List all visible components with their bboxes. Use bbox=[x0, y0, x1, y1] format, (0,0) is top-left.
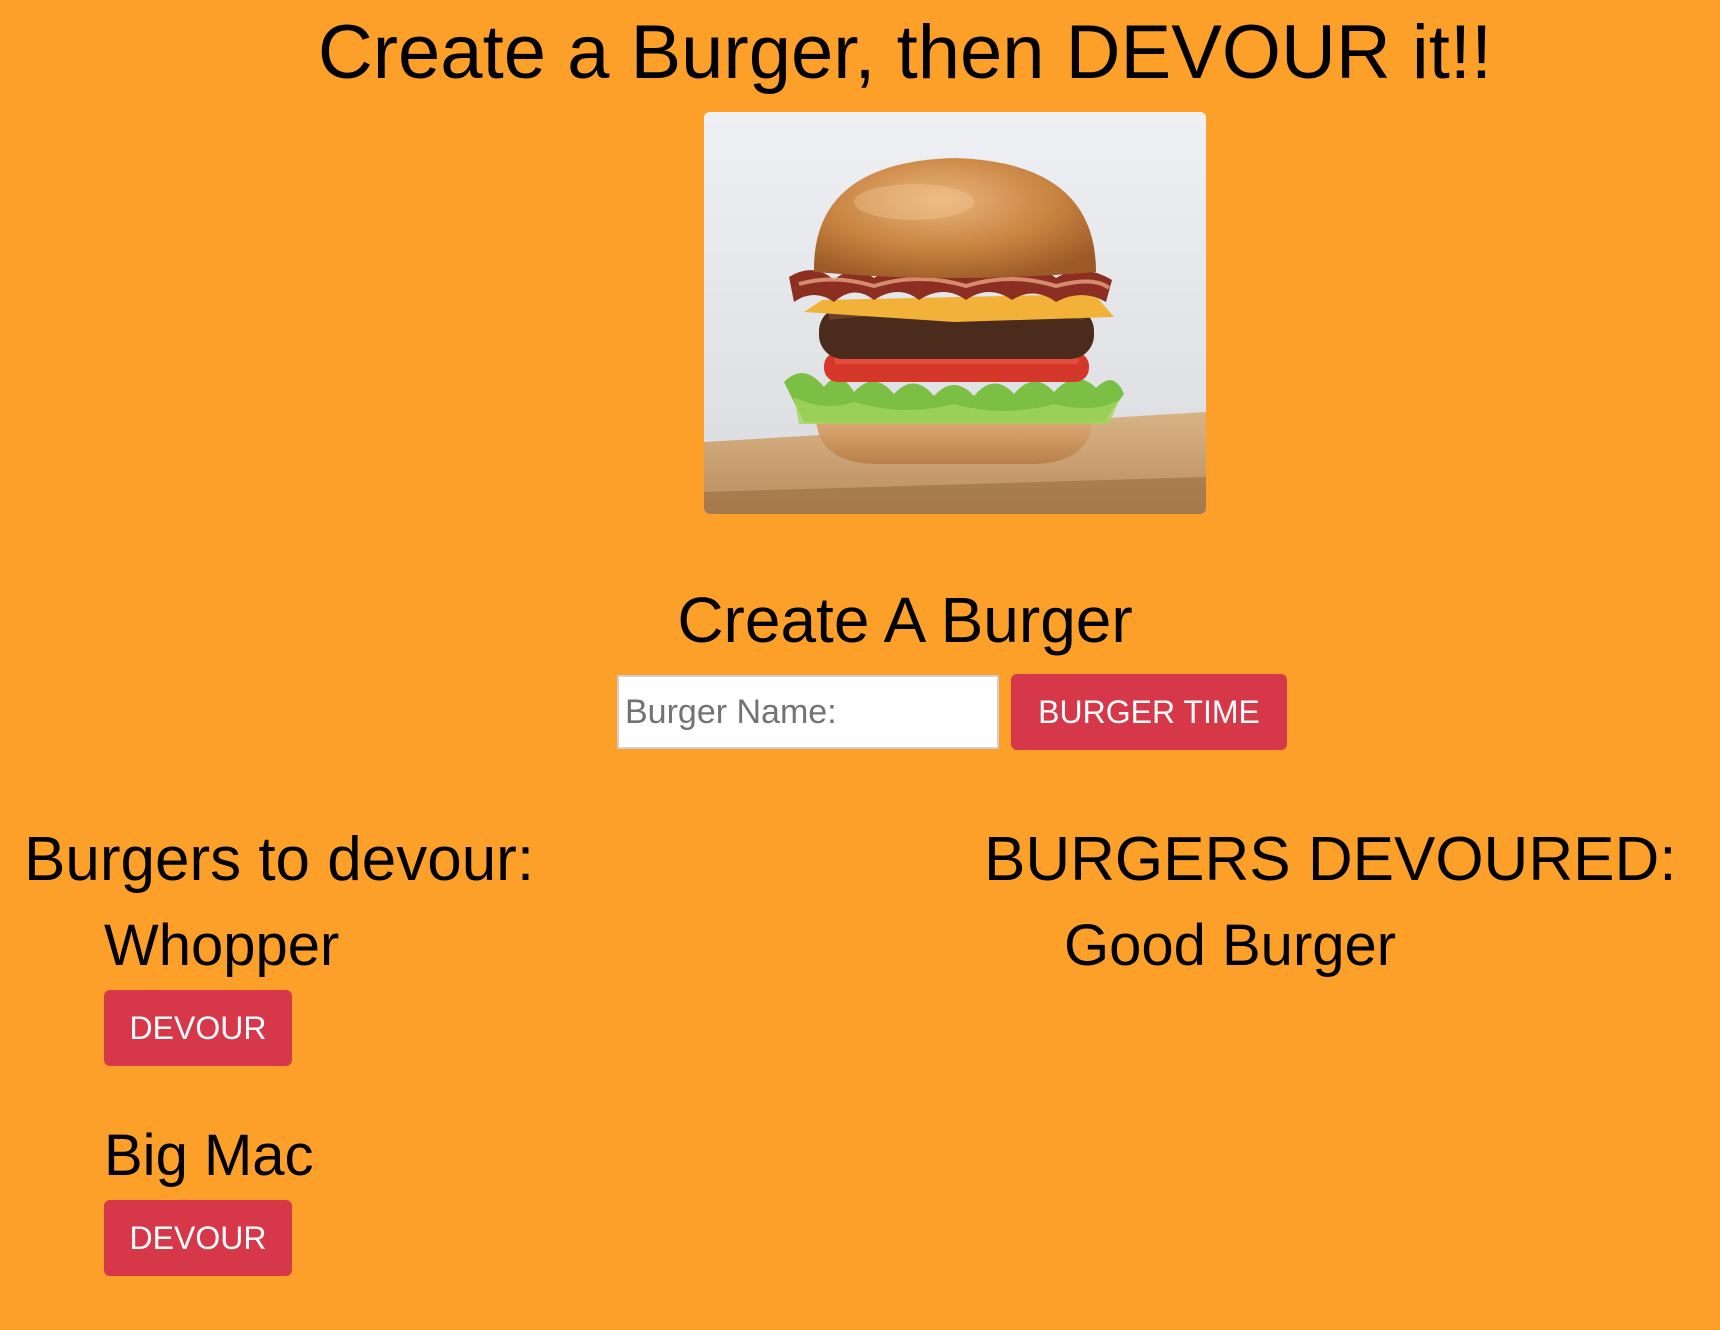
page: Create a Burger, then DEVOUR it!! Create… bbox=[0, 0, 1720, 1276]
burgers-devoured-heading: BURGERS DEVOURED: bbox=[984, 825, 1677, 894]
burger-photo bbox=[704, 112, 1206, 514]
create-burger-form: BURGER TIME bbox=[617, 674, 1287, 750]
burger-time-button[interactable]: BURGER TIME bbox=[1011, 674, 1287, 750]
page-title: Create a Burger, then DEVOUR it!! bbox=[317, 10, 1493, 95]
create-burger-heading: Create A Burger bbox=[677, 584, 1133, 656]
burgers-to-devour-heading: Burgers to devour: bbox=[24, 825, 535, 894]
list-item: Whopper DEVOUR bbox=[104, 910, 339, 1120]
to-devour-list: Whopper DEVOUR Big Mac DEVOUR bbox=[104, 910, 339, 1330]
devour-button[interactable]: DEVOUR bbox=[104, 1200, 292, 1276]
list-item: Good Burger bbox=[1064, 910, 1396, 982]
burger-name-input[interactable] bbox=[617, 675, 999, 749]
burger-illustration bbox=[704, 112, 1206, 514]
devoured-burger-name: Good Burger bbox=[1064, 913, 1397, 978]
burger-name: Big Mac bbox=[104, 1123, 314, 1188]
devoured-list: Good Burger bbox=[1064, 910, 1396, 982]
list-item: Big Mac DEVOUR bbox=[104, 1120, 339, 1330]
burger-name: Whopper bbox=[104, 913, 340, 978]
devour-button[interactable]: DEVOUR bbox=[104, 990, 292, 1066]
